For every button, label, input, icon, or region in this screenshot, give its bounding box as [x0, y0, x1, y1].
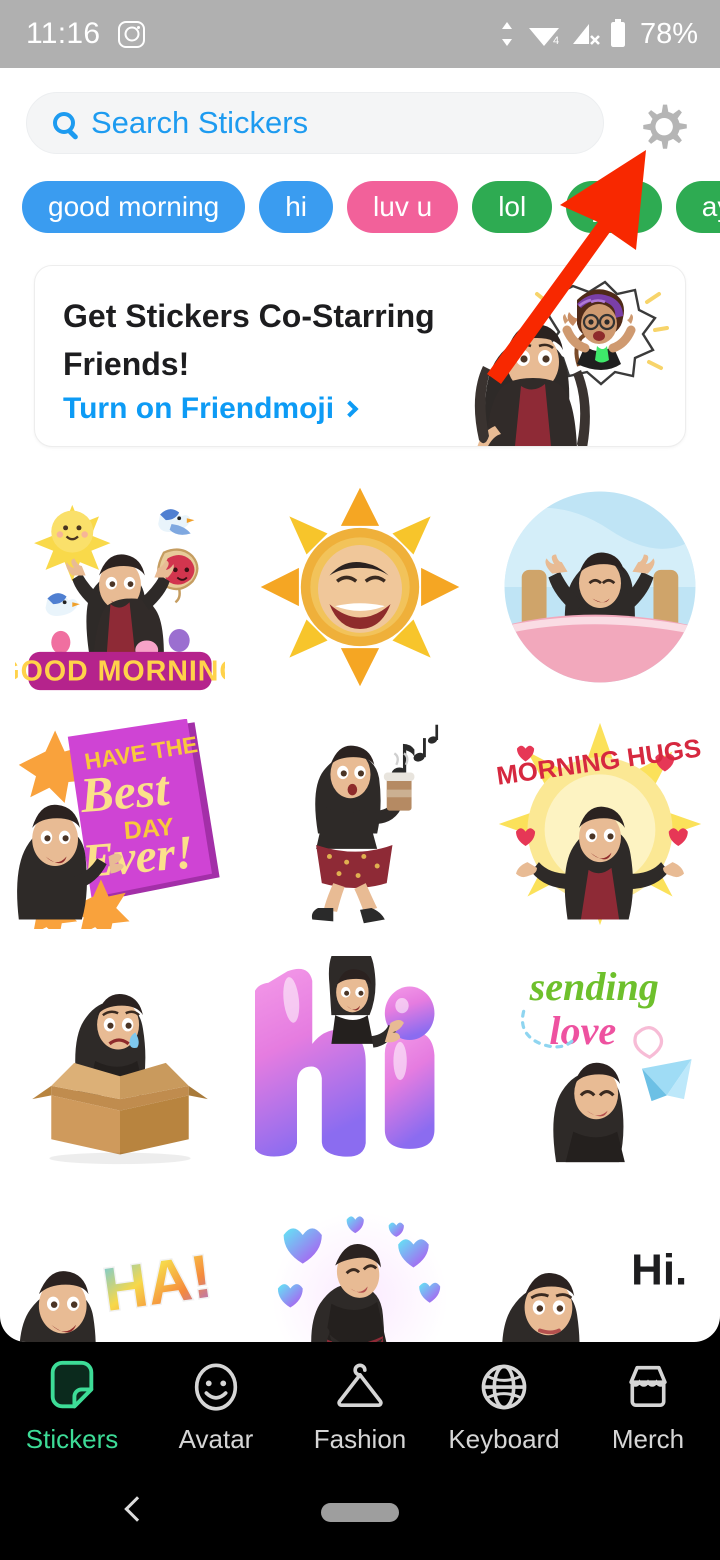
sticker-morning-hugs-sunburst[interactable]: MORNING HUGS — [480, 705, 720, 942]
sticker-have-the-best-day-ever[interactable]: HAVE THE Best DAY Ever! — [0, 705, 240, 942]
nav-label-avatar: Avatar — [178, 1423, 254, 1454]
sticker-hi-bubble-letters[interactable] — [240, 942, 480, 1179]
svg-text:Best: Best — [77, 760, 173, 823]
friendmoji-promo-card[interactable]: Get Stickers Co-Starring Friends! Turn o… — [34, 265, 686, 447]
sticker-grid[interactable]: GOOD MORNING — [0, 468, 720, 1342]
tag-label: hi — [285, 191, 308, 222]
turn-on-friendmoji-link[interactable]: Turn on Friendmoji — [63, 392, 359, 426]
svg-text:sending: sending — [529, 963, 659, 1008]
clock: 11:16 — [26, 17, 101, 50]
promo-link-label: Turn on Friendmoji — [63, 392, 335, 425]
sticker-self-hug-hearts-bitmoji[interactable] — [240, 1179, 480, 1342]
svg-text:Ever!: Ever! — [79, 825, 196, 888]
wifi-icon: 4 — [528, 28, 559, 47]
sticker-hi-deadpan-bitmoji[interactable]: Hi. — [480, 1179, 720, 1342]
gear-icon[interactable] — [634, 100, 692, 158]
nav-item-merch[interactable]: Merch — [576, 1358, 720, 1455]
tag-label: luv u — [373, 191, 433, 222]
tag-label: good morning — [48, 191, 220, 222]
sticker-good-morning-sun-birds[interactable]: GOOD MORNING — [0, 468, 240, 705]
sticker-sending-love-paper-plane[interactable]: sending love — [480, 942, 720, 1179]
instagram-icon — [118, 20, 146, 48]
cellular-signal-off-icon — [572, 24, 600, 45]
sticker-ha-laughing-bitmoji[interactable]: HA! — [0, 1179, 240, 1342]
status-bar: 11:16 4 78% — [0, 0, 720, 68]
nav-label-stickers: Stickers — [25, 1423, 119, 1454]
promo-title: Get Stickers Co-Starring Friends! — [63, 298, 435, 382]
tag-label: ay — [701, 191, 720, 222]
svg-text:4: 4 — [553, 35, 559, 47]
chevron-right-icon — [341, 400, 359, 418]
nav-label-fashion: Fashion — [313, 1423, 407, 1454]
svg-text:GOOD MORNING: GOOD MORNING — [15, 655, 225, 687]
smiley-face-icon — [194, 1362, 238, 1411]
nav-item-stickers[interactable]: Stickers — [0, 1358, 144, 1455]
promo-artwork — [474, 280, 669, 446]
back-chevron-icon[interactable] — [124, 1496, 150, 1522]
battery-percent: 78% — [639, 17, 698, 50]
tag-pill-yes[interactable]: yes — [566, 181, 662, 233]
nav-item-avatar[interactable]: Avatar — [144, 1358, 288, 1455]
data-transfer-icon — [501, 22, 512, 46]
tag-pill-ay[interactable]: ay — [675, 181, 720, 233]
sticker-stretching-in-bed-bitmoji[interactable] — [480, 468, 720, 705]
tag-pill-good-morning[interactable]: good morning — [22, 181, 246, 233]
globe-icon — [481, 1364, 527, 1409]
storefront-icon — [629, 1365, 667, 1407]
android-navigation-bar[interactable] — [0, 1470, 720, 1560]
tag-pill-row[interactable]: good morning hi luv u lol yes ay sa — [0, 178, 720, 236]
sticker-sad-in-cardboard-box[interactable] — [0, 942, 240, 1179]
tag-label: lol — [498, 191, 527, 222]
tag-pill-hi[interactable]: hi — [259, 181, 334, 233]
search-row: Search Stickers — [0, 86, 720, 160]
nav-item-keyboard[interactable]: Keyboard — [432, 1358, 576, 1455]
clothes-hanger-icon — [337, 1362, 383, 1407]
tag-label: yes — [592, 191, 636, 222]
bottom-navigation-bar[interactable]: Stickers Avatar Fashion Keyboard Merch — [0, 1342, 720, 1470]
status-bar-right: 4 78% — [498, 18, 698, 51]
app-content-sheet: Search Stickers good morning hi luv u lo… — [0, 68, 720, 1342]
sticker-sun-face-bitmoji[interactable] — [240, 468, 480, 705]
search-icon — [53, 112, 75, 134]
sticker-walking-with-coffee-music-notes[interactable] — [240, 705, 480, 942]
nav-label-keyboard: Keyboard — [448, 1423, 560, 1454]
search-input[interactable]: Search Stickers — [26, 92, 604, 154]
nav-item-fashion[interactable]: Fashion — [288, 1358, 432, 1455]
svg-text:HA!: HA! — [99, 1241, 216, 1323]
tag-pill-lol[interactable]: lol — [472, 181, 553, 233]
status-bar-left: 11:16 — [26, 17, 146, 51]
sticker-icon — [50, 1360, 94, 1408]
phone-screen: 11:16 4 78% Search Stickers good morning… — [0, 0, 720, 1560]
tag-pill-luv-u[interactable]: luv u — [347, 181, 459, 233]
home-pill-indicator[interactable] — [321, 1503, 399, 1522]
search-placeholder: Search Stickers — [91, 105, 309, 140]
nav-label-merch: Merch — [611, 1423, 685, 1454]
battery-icon — [610, 19, 625, 47]
svg-text:Hi.: Hi. — [631, 1245, 687, 1294]
